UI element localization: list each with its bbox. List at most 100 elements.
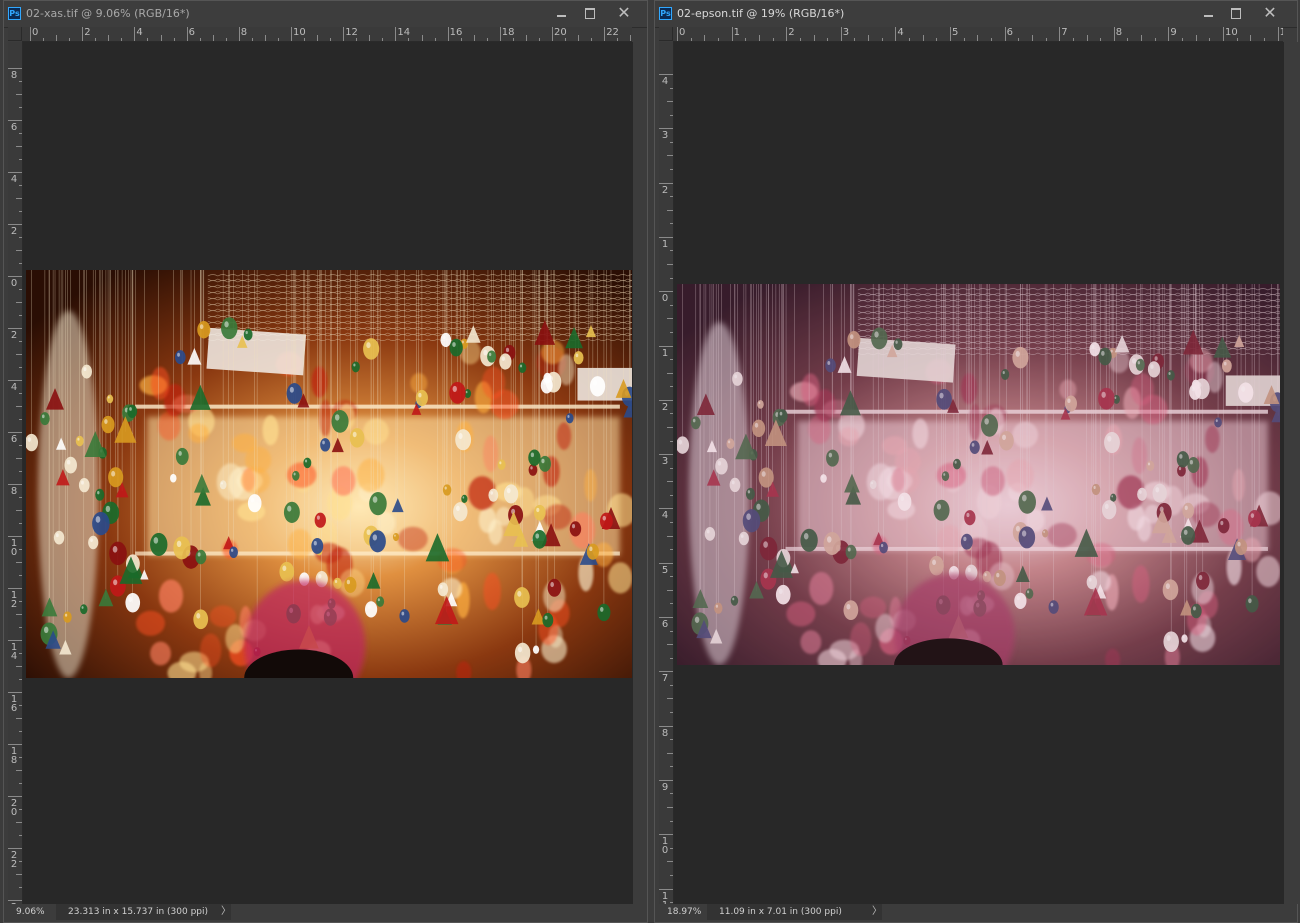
ornament-highlight xyxy=(600,606,604,612)
chevron-right-icon[interactable]: 〉 xyxy=(872,904,882,920)
ornament-highlight xyxy=(593,379,598,386)
background-doll xyxy=(478,506,497,534)
horizontal-ruler[interactable]: 0 1 2 3 4 5 6 7 8 9 10 1 xyxy=(673,27,1283,42)
minimize-icon[interactable] xyxy=(1197,4,1221,22)
ball-ornament xyxy=(514,642,531,664)
ruler-minor-tick xyxy=(16,250,22,251)
minimize-icon[interactable] xyxy=(550,4,574,22)
ruler-minor-tick xyxy=(670,739,673,741)
vertical-scrollbar[interactable] xyxy=(633,42,647,904)
ball-ornament xyxy=(292,470,300,481)
ruler-minor-tick xyxy=(670,657,673,659)
ruler-minor-tick xyxy=(936,38,938,41)
vertical-ruler[interactable]: 864202468101214161820222 xyxy=(8,42,23,904)
ornament-highlight xyxy=(541,458,545,464)
ruler-tick xyxy=(659,617,673,618)
ruler-tick xyxy=(291,27,292,41)
ball-ornament xyxy=(125,592,141,613)
ornament-highlight xyxy=(105,505,111,512)
ornament-highlight xyxy=(129,407,132,411)
horizontal-ruler[interactable]: 0 2 4 6 8 10 12 14 16 18 20 22 xyxy=(22,27,632,42)
ball-ornament xyxy=(369,530,386,553)
zoom-level-field[interactable]: 9.06% xyxy=(8,904,52,920)
ruler-tick xyxy=(659,236,673,238)
vertical-scrollbar[interactable] xyxy=(1284,42,1298,904)
ball-ornament xyxy=(170,473,177,483)
ball-ornament xyxy=(127,404,138,418)
close-icon[interactable]: ✕ xyxy=(612,4,636,22)
ruler-minor-tick xyxy=(670,114,673,116)
background-doll xyxy=(262,415,279,446)
ruler-minor-tick xyxy=(173,38,175,41)
close-icon[interactable]: ✕ xyxy=(1258,4,1282,22)
ruler-origin[interactable] xyxy=(659,27,673,41)
ruler-label: 5 xyxy=(661,564,669,576)
title-bar[interactable]: Ps 02-xas.tif @ 9.06% (RGB/16*) ✕ xyxy=(4,1,647,28)
ruler-minor-tick xyxy=(108,35,110,41)
ruler-minor-tick xyxy=(19,601,22,602)
ruler-minor-tick xyxy=(225,38,227,41)
title-bar[interactable]: Ps 02-epson.tif @ 19% (RGB/16*) ✕ xyxy=(655,1,1297,28)
ruler-label: 2 xyxy=(84,27,91,38)
ruler-minor-tick xyxy=(330,38,332,41)
ruler-tick xyxy=(8,380,22,381)
ruler-label: 16 xyxy=(10,694,18,714)
document-window-xas[interactable]: Ps 02-xas.tif @ 9.06% (RGB/16*) ✕ 0 2 4 6 8 1… xyxy=(3,0,648,923)
document-info: 11.09 in x 7.01 in (300 ppi) xyxy=(707,904,882,920)
ruler-tick xyxy=(238,27,240,41)
ruler-minor-tick xyxy=(670,494,673,496)
ruler-minor-tick xyxy=(745,38,747,41)
ruler-minor-tick xyxy=(578,35,580,41)
ball-ornament xyxy=(351,361,360,373)
photoshop-icon: Ps xyxy=(659,7,672,20)
ornament-highlight xyxy=(322,440,325,445)
ball-ornament xyxy=(92,511,110,536)
ball-ornament xyxy=(197,321,211,339)
ruler-minor-tick xyxy=(1182,38,1184,41)
background-doll xyxy=(136,610,165,636)
ruler-minor-tick xyxy=(538,38,540,41)
ruler-minor-tick xyxy=(69,38,71,41)
ruler-label: 4 xyxy=(136,27,143,38)
ball-ornament xyxy=(569,521,582,537)
ruler-label: 8 xyxy=(10,70,18,81)
background-doll xyxy=(483,435,499,473)
ruler-minor-tick xyxy=(473,35,475,41)
ornament-highlight xyxy=(602,515,606,521)
ruler-minor-tick xyxy=(19,627,22,628)
ornament-highlight xyxy=(83,367,87,372)
ruler-minor-tick xyxy=(19,315,22,316)
ruler-minor-tick xyxy=(19,497,22,498)
maximize-icon[interactable] xyxy=(1224,4,1248,22)
ruler-minor-tick xyxy=(43,38,45,41)
ornament-highlight xyxy=(543,380,547,385)
document-canvas[interactable] xyxy=(674,42,1284,904)
maximize-icon[interactable] xyxy=(578,4,602,22)
ruler-label: 12 xyxy=(345,27,358,38)
ball-ornament xyxy=(175,350,186,365)
vertical-ruler[interactable]: 432101234567891011 xyxy=(659,42,674,904)
ruler-minor-tick xyxy=(19,575,22,576)
ruler-label: 10 xyxy=(10,538,18,558)
document-canvas[interactable] xyxy=(23,42,633,904)
chevron-right-icon[interactable]: 〉 xyxy=(221,904,231,920)
ball-ornament xyxy=(440,332,452,348)
ornament-highlight xyxy=(112,545,118,553)
ruler-minor-tick xyxy=(1072,38,1074,41)
zoom-level-field[interactable]: 18.97% xyxy=(659,904,703,920)
ornament-highlight xyxy=(505,347,510,353)
document-window-epson[interactable]: Ps 02-epson.tif @ 19% (RGB/16*) ✕ 0 1 2 3 4 5… xyxy=(654,0,1298,923)
ruler-minor-tick xyxy=(525,35,527,41)
ball-ornament xyxy=(364,601,378,618)
background-doll xyxy=(158,579,184,613)
ruler-minor-tick xyxy=(16,302,22,303)
ruler-minor-tick xyxy=(1100,38,1102,41)
ruler-label: 2 xyxy=(788,27,795,38)
ruler-minor-tick xyxy=(1250,35,1252,41)
ball-ornament xyxy=(80,604,88,615)
ruler-origin[interactable] xyxy=(8,27,22,41)
ruler-minor-tick xyxy=(121,38,123,41)
ruler-label: 2 xyxy=(661,184,669,196)
ruler-minor-tick xyxy=(19,471,22,472)
ball-ornament xyxy=(399,609,410,623)
